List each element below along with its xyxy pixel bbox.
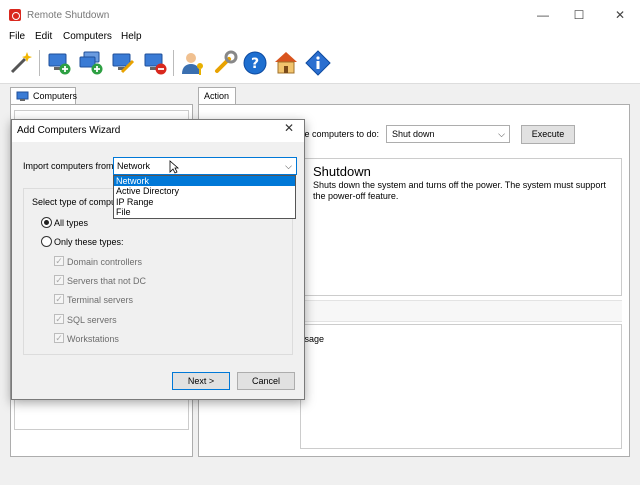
action-select[interactable]: Shut down ⌵: [386, 125, 510, 143]
checkbox-label: Domain controllers: [67, 257, 143, 267]
checkbox-terminal-servers[interactable]: ✓: [54, 294, 64, 304]
svg-text:?: ?: [251, 56, 259, 72]
checkbox-label: Workstations: [67, 334, 119, 344]
tab-computers-label: Computers: [33, 91, 78, 101]
menu-computers[interactable]: Computers: [63, 31, 112, 42]
radio-all-types[interactable]: [41, 217, 52, 228]
info-icon[interactable]: [305, 50, 331, 76]
menu-edit[interactable]: Edit: [35, 31, 52, 42]
mouse-cursor-icon: [169, 160, 179, 174]
menu-help[interactable]: Help: [121, 31, 142, 42]
import-source-select[interactable]: Network ⌵: [113, 157, 297, 175]
close-button[interactable]: ✕: [597, 0, 640, 30]
computer-icon: [16, 91, 29, 101]
execute-button[interactable]: Execute: [521, 125, 575, 144]
wrench-icon[interactable]: [212, 50, 238, 76]
radio-only-these[interactable]: [41, 236, 52, 247]
maximize-button[interactable]: ☐: [556, 0, 602, 30]
edit-computer-icon[interactable]: [110, 50, 136, 76]
panel-splitter[interactable]: [300, 300, 622, 322]
radio-only-these-label: Only these types:: [54, 237, 124, 247]
next-button[interactable]: Next >: [172, 372, 230, 390]
toolbar-separator: [173, 50, 174, 76]
chevron-down-icon: ⌵: [498, 129, 505, 139]
tab-action-label: Action: [204, 91, 230, 101]
tab-action[interactable]: Action: [198, 87, 236, 105]
message-box: [300, 324, 622, 449]
dropdown-option-active-directory[interactable]: Active Directory: [114, 186, 295, 196]
remove-computer-icon[interactable]: [142, 50, 168, 76]
import-from-label: Import computers from: [23, 161, 114, 171]
magic-wand-icon[interactable]: [8, 50, 34, 76]
dropdown-option-ip-range[interactable]: IP Range: [114, 197, 295, 207]
menu-file[interactable]: File: [9, 31, 25, 42]
dialog-close-button[interactable]: ✕: [284, 121, 294, 135]
choose-action-label: se computers to do:: [300, 129, 380, 139]
checkbox-workstations[interactable]: ✓: [54, 333, 64, 343]
import-source-value: Network: [117, 161, 151, 171]
dropdown-option-network[interactable]: Network: [114, 176, 295, 186]
help-icon[interactable]: ?: [242, 50, 268, 76]
dropdown-option-file[interactable]: File: [114, 207, 295, 217]
cancel-button[interactable]: Cancel: [237, 372, 295, 390]
checkbox-sql-servers[interactable]: ✓: [54, 314, 64, 324]
tab-computers[interactable]: Computers: [10, 87, 78, 105]
window-title: Remote Shutdown: [27, 10, 110, 21]
checkbox-label: Servers that not DC: [67, 276, 147, 286]
checkbox-label: Terminal servers: [67, 295, 134, 305]
home-icon[interactable]: [273, 50, 299, 76]
checkbox-label: SQL servers: [67, 315, 117, 325]
chevron-down-icon: ⌵: [285, 161, 292, 171]
dialog-title: Add Computers Wizard: [17, 125, 121, 136]
status-bar: [0, 465, 640, 485]
description-text: Shuts down the system and turns off the …: [313, 180, 606, 201]
app-power-icon: [9, 9, 21, 21]
checkbox-domain-controllers[interactable]: ✓: [54, 256, 64, 266]
description-title: Shutdown: [313, 164, 371, 179]
toolbar-separator: [39, 50, 40, 76]
add-computer-icon[interactable]: [46, 50, 72, 76]
checkbox-servers-not-dc[interactable]: ✓: [54, 275, 64, 285]
add-computers-icon[interactable]: [78, 50, 104, 76]
group-title: Select type of compu: [32, 197, 117, 207]
user-key-icon[interactable]: [180, 50, 206, 76]
action-select-value: Shut down: [392, 129, 435, 139]
radio-all-types-label: All types: [54, 218, 89, 228]
